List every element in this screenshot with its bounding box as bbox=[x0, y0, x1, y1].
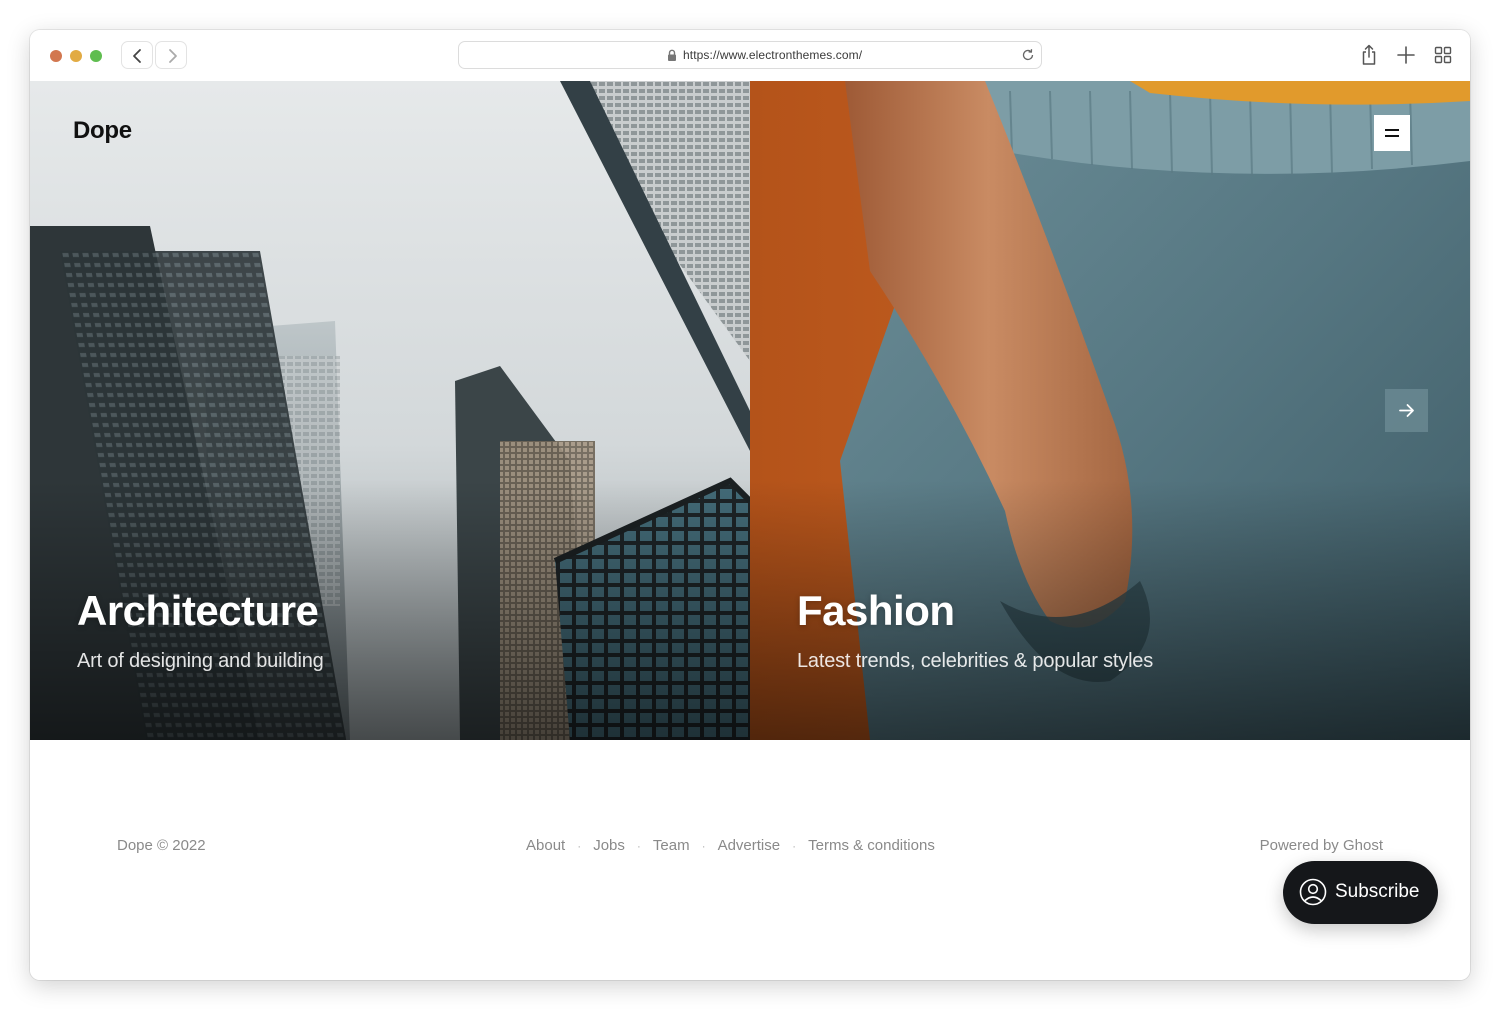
subscribe-button[interactable]: Subscribe bbox=[1283, 861, 1438, 924]
slide-fashion[interactable]: Fashion Latest trends, celebrities & pop… bbox=[750, 81, 1470, 740]
separator: · bbox=[577, 839, 582, 853]
minimize-window-button[interactable] bbox=[70, 50, 82, 62]
menu-button[interactable] bbox=[1374, 115, 1410, 151]
arrow-right-icon bbox=[1399, 404, 1414, 417]
footer-link-about[interactable]: About bbox=[526, 837, 565, 854]
powered-by-link[interactable]: Powered by Ghost bbox=[1260, 837, 1383, 854]
slide-title[interactable]: Fashion bbox=[797, 587, 955, 635]
slide-architecture[interactable]: Dope Architecture Art of designing and b… bbox=[30, 81, 750, 740]
reload-icon[interactable] bbox=[1021, 48, 1035, 62]
url-text: https://www.electronthemes.com/ bbox=[683, 48, 863, 62]
user-circle-icon bbox=[1299, 878, 1327, 906]
slide-title[interactable]: Architecture bbox=[77, 587, 319, 635]
footer-link-terms[interactable]: Terms & conditions bbox=[808, 837, 935, 854]
hero-slider: Dope Architecture Art of designing and b… bbox=[30, 81, 1470, 740]
share-icon[interactable] bbox=[1360, 44, 1378, 66]
copyright-text: Dope © 2022 bbox=[117, 837, 206, 854]
next-slide-button[interactable] bbox=[1385, 389, 1428, 432]
tab-overview-icon[interactable] bbox=[1434, 44, 1452, 66]
back-button[interactable] bbox=[121, 41, 153, 69]
site-footer: Dope © 2022 About · Jobs · Team · Advertise · Te… bbox=[30, 740, 1470, 980]
separator: · bbox=[636, 839, 641, 853]
new-tab-icon[interactable] bbox=[1397, 44, 1415, 66]
browser-window: https://www.electronthemes.com/ Dope Arc… bbox=[30, 30, 1470, 980]
forward-button[interactable] bbox=[155, 41, 187, 69]
separator: · bbox=[701, 839, 706, 853]
slide-subtitle: Art of designing and building bbox=[77, 650, 324, 672]
forward-icon bbox=[169, 49, 177, 63]
slide-subtitle: Latest trends, celebrities & popular sty… bbox=[797, 650, 1154, 672]
footer-nav: About · Jobs · Team · Advertise · Terms & condit… bbox=[526, 837, 935, 854]
footer-link-team[interactable]: Team bbox=[653, 837, 690, 854]
address-bar[interactable]: https://www.electronthemes.com/ bbox=[458, 41, 1042, 69]
close-window-button[interactable] bbox=[50, 50, 62, 62]
hamburger-icon bbox=[1385, 129, 1399, 131]
lock-icon bbox=[668, 49, 676, 61]
separator: · bbox=[792, 839, 797, 853]
subscribe-label: Subscribe bbox=[1335, 881, 1420, 902]
maximize-window-button[interactable] bbox=[90, 50, 102, 62]
browser-toolbar: https://www.electronthemes.com/ bbox=[30, 30, 1470, 82]
site-logo[interactable]: Dope bbox=[73, 117, 132, 145]
back-icon bbox=[133, 49, 141, 63]
footer-link-advertise[interactable]: Advertise bbox=[718, 837, 781, 854]
footer-link-jobs[interactable]: Jobs bbox=[593, 837, 625, 854]
